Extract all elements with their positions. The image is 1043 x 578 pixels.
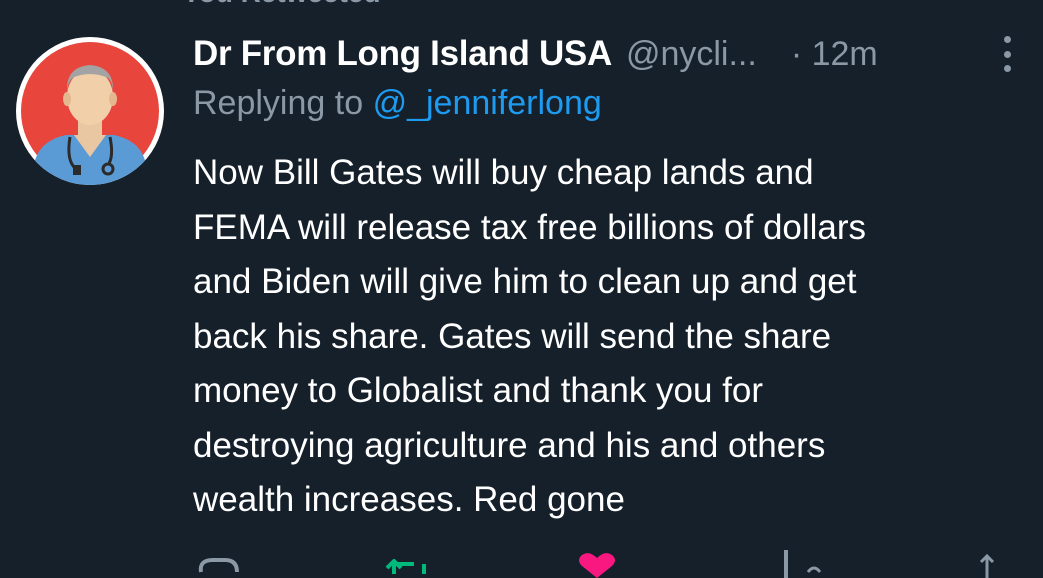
tweet-text-line: money to Globalist and thank you for	[193, 371, 764, 410]
views-button[interactable]	[770, 548, 830, 578]
retweet-context-label: You Retweeted	[182, 0, 381, 9]
like-button[interactable]	[576, 548, 626, 578]
tweet-text: Now Bill Gates will buy cheap lands and …	[193, 146, 1023, 528]
tweet-text-line: wealth increases. Red gone	[193, 480, 625, 519]
retweet-context[interactable]: You Retweeted	[128, 0, 381, 8]
views-icon	[784, 550, 822, 578]
tweet-text-line: Now Bill Gates will buy cheap lands and	[193, 153, 814, 192]
tweet-text-line: destroying agriculture and his and other…	[193, 425, 826, 465]
timestamp-separator: ·	[790, 34, 803, 73]
more-dot-icon	[1003, 65, 1011, 72]
more-dot-icon	[1003, 50, 1011, 58]
retweet-icon	[385, 559, 426, 574]
avatar[interactable]	[16, 37, 164, 185]
author-handle[interactable]: @nycli...	[626, 35, 757, 74]
tweet-header: Dr From Long Island USA @nycli... · 12m	[193, 30, 1023, 78]
more-options-button[interactable]	[995, 32, 1019, 76]
timestamp-value: 12m	[811, 34, 878, 73]
replying-prefix: Replying to	[193, 84, 364, 122]
timestamp[interactable]: · 12m	[791, 35, 878, 74]
doctor-avatar-icon	[21, 42, 159, 185]
replying-mention-link[interactable]: @_jenniferlong	[373, 84, 602, 122]
tweet-text-line: and Biden will give him to clean up and …	[193, 262, 857, 301]
replying-to: Replying to @_jenniferlong	[193, 84, 602, 123]
more-dot-icon	[1003, 36, 1011, 43]
heart-icon	[579, 553, 615, 578]
tweet-text-line: back his share. Gates will send the shar…	[193, 316, 832, 356]
reply-icon	[198, 558, 239, 573]
share-icon	[979, 553, 995, 578]
retweet-button[interactable]	[384, 548, 434, 578]
tweet-text-line: FEMA will release tax free billions of d…	[193, 207, 867, 247]
reply-button[interactable]	[193, 548, 243, 578]
retweet-context-icon	[128, 0, 168, 8]
author-display-name[interactable]: Dr From Long Island USA	[193, 34, 612, 74]
tweet-actions	[0, 548, 1043, 578]
share-button[interactable]	[972, 548, 1002, 578]
